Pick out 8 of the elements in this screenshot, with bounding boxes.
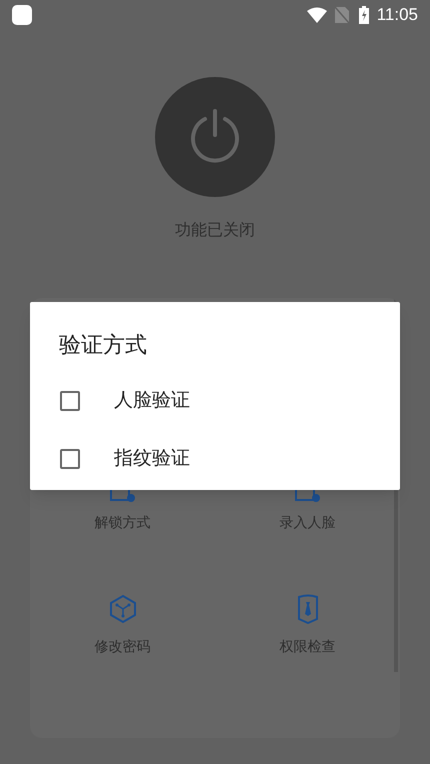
clock-time: 11:05 — [376, 4, 418, 26]
dialog-title: 验证方式 — [59, 331, 147, 359]
menu-item-label[interactable]: 解锁方式 — [94, 512, 150, 532]
option-label[interactable]: 人脸验证 — [114, 386, 190, 416]
menu-item-label[interactable]: 修改密码 — [94, 636, 150, 656]
menu-item-label[interactable]: 录入人脸 — [280, 512, 336, 532]
option-label[interactable]: 指纹验证 — [114, 444, 190, 474]
menu-item-label[interactable]: 权限检查 — [280, 636, 336, 656]
